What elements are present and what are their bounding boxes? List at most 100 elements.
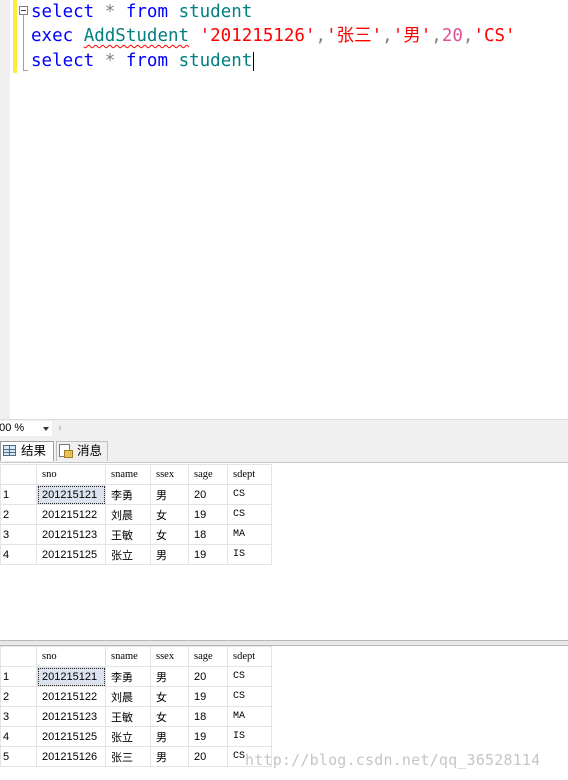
- cell-sno[interactable]: 201215125: [36, 544, 106, 565]
- keyword-select: select: [31, 51, 95, 71]
- column-header-sdept[interactable]: sdept: [227, 646, 272, 667]
- zoom-value: 100 %: [0, 422, 25, 434]
- grid-corner[interactable]: [0, 646, 37, 667]
- cell-ssex[interactable]: 男: [150, 544, 189, 565]
- cell-sno[interactable]: 201215123: [36, 524, 106, 545]
- table-row[interactable]: 1 201215121 李勇男 20 CS: [0, 666, 272, 687]
- table-row[interactable]: 5 201215126 张三男 20 CS: [0, 746, 272, 767]
- text-cursor: [253, 51, 255, 71]
- grid-header-row: sno sname ssex sage sdept: [0, 464, 272, 485]
- cell-sdept[interactable]: CS: [227, 686, 272, 707]
- row-number[interactable]: 1: [0, 484, 37, 505]
- cell-sage[interactable]: 19: [188, 686, 228, 707]
- table-row[interactable]: 2 201215122 刘晨女 19 CS: [0, 686, 272, 707]
- tab-results[interactable]: 结果: [0, 441, 54, 461]
- row-number[interactable]: 3: [0, 706, 37, 727]
- row-number[interactable]: 1: [0, 666, 37, 687]
- cell-sdept[interactable]: CS: [227, 666, 272, 687]
- table-row[interactable]: 3 201215123 王敏女 18 MA: [0, 706, 272, 727]
- column-header-sage[interactable]: sage: [188, 646, 228, 667]
- cell-sname[interactable]: 李勇: [105, 484, 151, 505]
- tab-messages-label: 消息: [77, 444, 103, 458]
- keyword-from: from: [125, 2, 169, 22]
- cell-sname[interactable]: 张立: [105, 726, 151, 747]
- column-header-sname[interactable]: sname: [105, 646, 151, 667]
- column-header-sage[interactable]: sage: [188, 464, 228, 485]
- table-row[interactable]: 4 201215125 张立男 19 IS: [0, 544, 272, 565]
- watermark: http://blog.csdn.net/qq_36528114: [245, 751, 541, 769]
- cell-sage[interactable]: 18: [188, 524, 228, 545]
- column-header-ssex[interactable]: ssex: [150, 646, 189, 667]
- editor-gutter: [0, 0, 10, 420]
- grid-icon: [3, 445, 16, 456]
- query-editor[interactable]: select * from student exec AddStudent '2…: [0, 0, 568, 420]
- grid-corner[interactable]: [0, 464, 37, 485]
- table-row[interactable]: 2 201215122 刘晨女 19 CS: [0, 504, 272, 525]
- column-header-ssex[interactable]: ssex: [150, 464, 189, 485]
- table-row[interactable]: 1 201215121 李勇男 20 CS: [0, 484, 272, 505]
- collapse-icon[interactable]: [19, 6, 28, 15]
- column-header-sdept[interactable]: sdept: [227, 464, 272, 485]
- cell-sno[interactable]: 201215123: [36, 706, 106, 727]
- cell-sno[interactable]: 201215125: [36, 726, 106, 747]
- cell-sname[interactable]: 刘晨: [105, 686, 151, 707]
- cell-sno[interactable]: 201215122: [36, 686, 106, 707]
- code-line-2[interactable]: exec AddStudent '201215126','张三','男',20,…: [31, 24, 516, 49]
- cell-ssex[interactable]: 男: [150, 746, 189, 767]
- cell-sno[interactable]: 201215121: [36, 484, 106, 505]
- cell-sno[interactable]: 201215121: [36, 666, 106, 687]
- row-number[interactable]: 4: [0, 726, 37, 747]
- cell-sdept[interactable]: MA: [227, 524, 272, 545]
- row-number[interactable]: 4: [0, 544, 37, 565]
- cell-sdept[interactable]: IS: [227, 726, 272, 747]
- keyword-from: from: [125, 51, 169, 71]
- cell-sname[interactable]: 王敏: [105, 706, 151, 727]
- row-number[interactable]: 5: [0, 746, 37, 767]
- zoom-dropdown[interactable]: 100 %: [0, 421, 52, 436]
- cell-sdept[interactable]: CS: [227, 484, 272, 505]
- row-number[interactable]: 2: [0, 504, 37, 525]
- row-number[interactable]: 3: [0, 524, 37, 545]
- results-grid-2[interactable]: sno sname ssex sage sdept 1 201215121 李勇男 20 CS 2 2…: [0, 646, 272, 767]
- table-name: student: [178, 51, 253, 71]
- cell-sage[interactable]: 19: [188, 726, 228, 747]
- table-row[interactable]: 3 201215123 王敏女 18 MA: [0, 524, 272, 545]
- cell-sdept[interactable]: MA: [227, 706, 272, 727]
- column-header-sname[interactable]: sname: [105, 464, 151, 485]
- cell-sname[interactable]: 张三: [105, 746, 151, 767]
- table-row[interactable]: 4 201215125 张立男 19 IS: [0, 726, 272, 747]
- cell-sname[interactable]: 王敏: [105, 524, 151, 545]
- cell-ssex[interactable]: 男: [150, 666, 189, 687]
- cell-sdept[interactable]: CS: [227, 504, 272, 525]
- procedure-name: AddStudent: [83, 26, 190, 46]
- cell-sage[interactable]: 20: [188, 746, 228, 767]
- code-line-3[interactable]: select * from student: [31, 49, 255, 74]
- cell-ssex[interactable]: 女: [150, 686, 189, 707]
- cell-ssex[interactable]: 女: [150, 524, 189, 545]
- operator-star: *: [104, 2, 116, 22]
- row-number[interactable]: 2: [0, 686, 37, 707]
- cell-sage[interactable]: 19: [188, 504, 228, 525]
- scroll-left-icon[interactable]: ‹: [58, 423, 62, 435]
- cell-ssex[interactable]: 男: [150, 726, 189, 747]
- cell-ssex[interactable]: 女: [150, 706, 189, 727]
- keyword-select: select: [31, 2, 95, 22]
- cell-sname[interactable]: 张立: [105, 544, 151, 565]
- cell-sdept[interactable]: IS: [227, 544, 272, 565]
- cell-ssex[interactable]: 男: [150, 484, 189, 505]
- cell-sage[interactable]: 20: [188, 484, 228, 505]
- cell-sage[interactable]: 20: [188, 666, 228, 687]
- code-line-1[interactable]: select * from student: [31, 0, 252, 25]
- cell-sname[interactable]: 刘晨: [105, 504, 151, 525]
- column-header-sno[interactable]: sno: [36, 464, 106, 485]
- cell-ssex[interactable]: 女: [150, 504, 189, 525]
- cell-sno[interactable]: 201215122: [36, 504, 106, 525]
- cell-sage[interactable]: 18: [188, 706, 228, 727]
- arg-sage: 20: [441, 26, 463, 46]
- column-header-sno[interactable]: sno: [36, 646, 106, 667]
- results-grid-1[interactable]: sno sname ssex sage sdept 1 201215121 李勇男 20 CS 2 2…: [0, 464, 272, 565]
- cell-sno[interactable]: 201215126: [36, 746, 106, 767]
- tab-messages[interactable]: 消息: [56, 441, 108, 461]
- cell-sname[interactable]: 李勇: [105, 666, 151, 687]
- cell-sage[interactable]: 19: [188, 544, 228, 565]
